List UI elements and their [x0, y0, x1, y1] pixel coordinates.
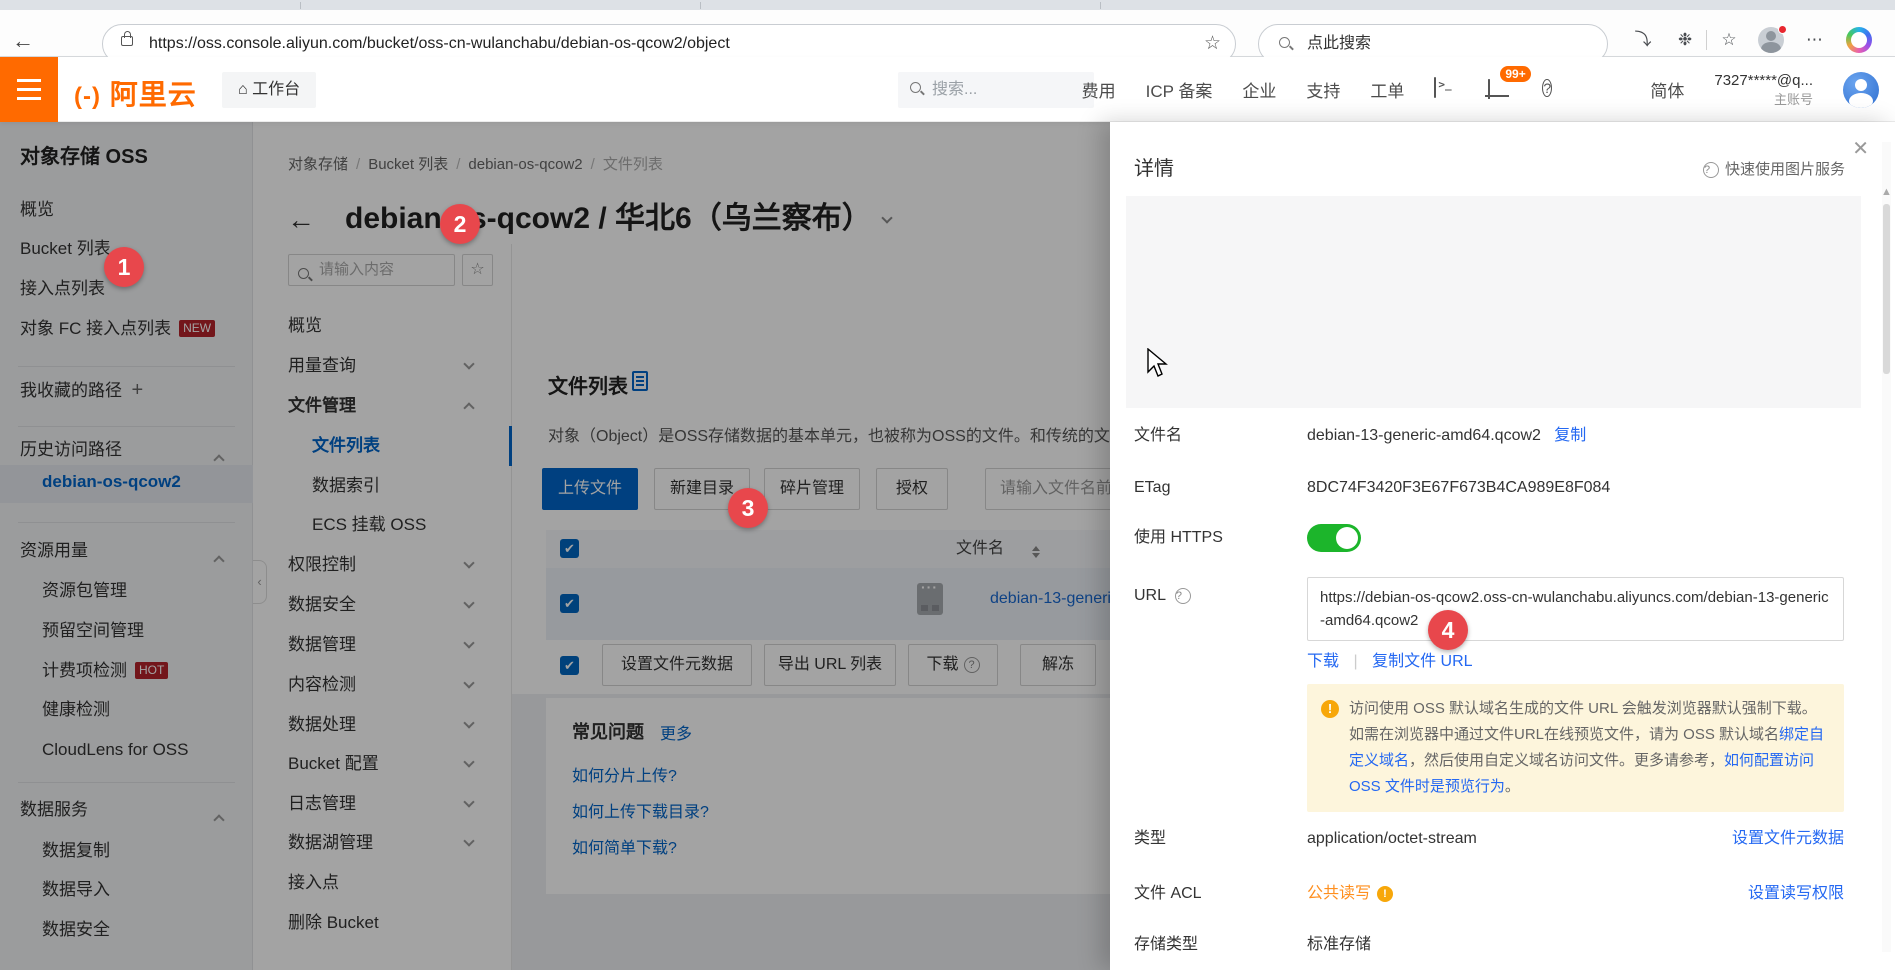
filename-label: 文件名: [1134, 427, 1183, 444]
close-icon[interactable]: ✕: [1852, 136, 1869, 161]
link-divider: |: [1353, 653, 1358, 670]
acl-label: 文件 ACL: [1134, 885, 1202, 902]
browser-toolbar: ← ↻ https://oss.console.aliyun.com/bucke…: [0, 10, 1895, 64]
assistant-icon[interactable]: [1596, 78, 1620, 102]
https-label: 使用 HTTPS: [1134, 529, 1223, 546]
acl-warning-icon: !: [1377, 886, 1394, 902]
warning-icon: !: [1321, 700, 1339, 718]
workbench-button[interactable]: ⌂ 工作台: [222, 72, 317, 108]
quick-image-service-link[interactable]: ? 快速使用图片服务: [1702, 158, 1845, 179]
nav-tickets[interactable]: 工单: [1370, 77, 1404, 102]
url-actions: 下载 | 复制文件 URL: [1307, 648, 1473, 676]
console-header: (-) 阿里云 ⌂ 工作台 搜索... 费用 ICP 备案 企业 支持 工单 9…: [0, 57, 1895, 122]
copy-file-url-link[interactable]: 复制文件 URL: [1372, 653, 1472, 670]
nav-icp[interactable]: ICP 备案: [1146, 77, 1213, 102]
url-value-box[interactable]: https://debian-os-qcow2.oss-cn-wulanchab…: [1307, 577, 1844, 641]
aliyun-logo[interactable]: (-) 阿里云: [74, 73, 197, 113]
console-search-input[interactable]: 搜索...: [898, 72, 1094, 108]
url-warning-note: ! 访问使用 OSS 默认域名生成的文件 URL 会触发浏览器默认强制下载。如需…: [1307, 684, 1844, 812]
notification-count-badge: 99+: [1500, 65, 1531, 82]
storage-class-value: 标准存储: [1307, 936, 1372, 953]
search-icon: [1279, 37, 1293, 56]
annotation-circle-3: 3: [728, 488, 768, 528]
drawer-backdrop[interactable]: [0, 122, 1110, 970]
https-toggle[interactable]: [1307, 524, 1361, 552]
account-avatar[interactable]: [1843, 71, 1879, 108]
screen: ← ↻ https://oss.console.aliyun.com/bucke…: [0, 0, 1895, 970]
browser-tab-strip: [0, 0, 1895, 10]
send-to-icon[interactable]: ⤵: [1630, 27, 1656, 53]
type-label: 类型: [1134, 830, 1167, 847]
type-value: application/octet-stream: [1307, 830, 1477, 847]
annotation-circle-4: 4: [1428, 610, 1468, 650]
cloudshell-icon[interactable]: [1434, 76, 1458, 102]
filename-value: debian-13-generic-amd64.qcow2 复制: [1307, 427, 1587, 444]
acl-value[interactable]: 公共读写!: [1307, 880, 1394, 908]
drawer-scrollbar[interactable]: ▲: [1881, 142, 1892, 952]
set-acl-link[interactable]: 设置读写权限: [1748, 880, 1844, 908]
copy-filename-link[interactable]: 复制: [1554, 427, 1586, 444]
scrollbar-thumb[interactable]: [1883, 204, 1890, 374]
nav-billing[interactable]: 费用: [1082, 77, 1116, 102]
annotation-circle-1: 1: [104, 247, 144, 287]
details-drawer: 详情 ✕ ? 快速使用图片服务 文件名 debian-13-generic-amd…: [1110, 122, 1895, 970]
notifications-bell-icon[interactable]: 99+: [1488, 65, 1531, 102]
account-info[interactable]: 7327*****@q... 主账号: [1714, 71, 1813, 109]
nav-enterprise[interactable]: 企业: [1242, 77, 1276, 102]
account-type: 主账号: [1773, 91, 1813, 107]
help-icon: ?: [1702, 162, 1719, 178]
download-link[interactable]: 下载: [1307, 653, 1339, 670]
browser-menu-icon[interactable]: ⋯: [1802, 27, 1828, 53]
language-switch[interactable]: 简体: [1650, 77, 1684, 102]
extensions-icon[interactable]: ❉: [1672, 27, 1698, 53]
annotation-circle-2: 2: [440, 204, 480, 244]
product-menu-button[interactable]: [0, 57, 58, 122]
account-id: 7327*****@q...: [1714, 71, 1813, 89]
profile-notification-dot: [1778, 25, 1787, 34]
copilot-icon[interactable]: [1846, 27, 1872, 53]
help-icon: ?: [1174, 588, 1191, 604]
etag-value: 8DC74F3420F3E67F673B4CA989E8F084: [1307, 479, 1611, 496]
file-preview-area: [1126, 196, 1861, 408]
scroll-up-icon[interactable]: ▲: [1881, 186, 1892, 198]
favorites-bar-icon[interactable]: ☆︎: [1716, 27, 1742, 53]
drawer-title: 详情: [1134, 158, 1174, 180]
lock-icon: [121, 31, 133, 46]
toolbar-divider: [1706, 30, 1707, 50]
set-metadata-link[interactable]: 设置文件元数据: [1732, 825, 1844, 853]
storage-class-label: 存储类型: [1134, 936, 1199, 953]
browser-back-icon[interactable]: ←: [8, 26, 38, 56]
nav-support[interactable]: 支持: [1306, 77, 1340, 102]
url-label: URL ?: [1134, 582, 1191, 610]
mouse-cursor: [1147, 348, 1168, 377]
help-icon[interactable]: ?: [1542, 78, 1566, 102]
etag-label: ETag: [1134, 479, 1171, 496]
